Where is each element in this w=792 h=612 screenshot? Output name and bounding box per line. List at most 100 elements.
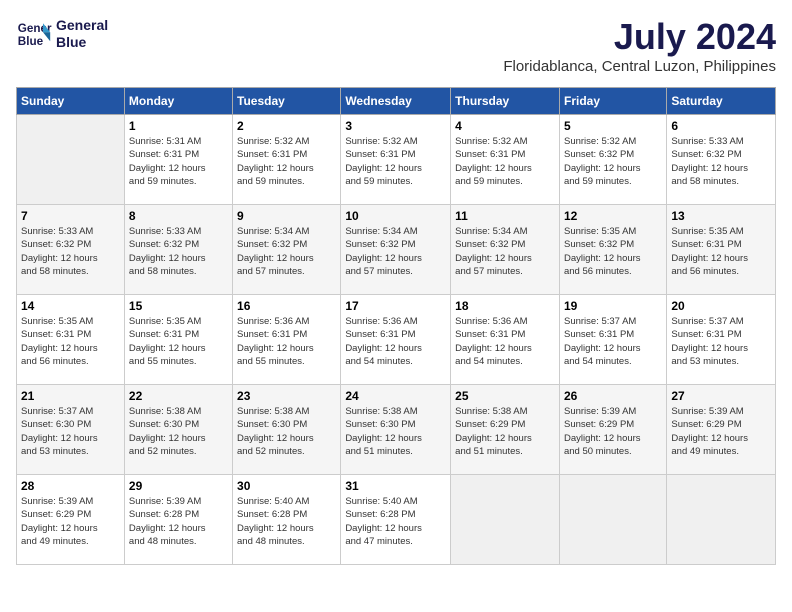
calendar-cell: 17 Sunrise: 5:36 AM Sunset: 6:31 PM Dayli…: [341, 295, 451, 385]
day-info: Sunrise: 5:34 AM Sunset: 6:32 PM Dayligh…: [345, 225, 446, 278]
calendar-body: 1 Sunrise: 5:31 AM Sunset: 6:31 PM Daylig…: [17, 115, 776, 565]
calendar-cell: 7 Sunrise: 5:33 AM Sunset: 6:32 PM Daylig…: [17, 205, 125, 295]
calendar-cell: 1 Sunrise: 5:31 AM Sunset: 6:31 PM Daylig…: [124, 115, 232, 205]
day-info: Sunrise: 5:37 AM Sunset: 6:31 PM Dayligh…: [564, 315, 662, 368]
day-number: 13: [671, 209, 771, 223]
header-day-tuesday: Tuesday: [233, 88, 341, 115]
logo-text-line2: Blue: [56, 34, 108, 51]
calendar-cell: 26Sunrise: 5:39 AM Sunset: 6:29 PM Dayli…: [559, 385, 666, 475]
day-info: Sunrise: 5:35 AM Sunset: 6:31 PM Dayligh…: [671, 225, 771, 278]
day-info: Sunrise: 5:36 AM Sunset: 6:31 PM Dayligh…: [455, 315, 555, 368]
day-info: Sunrise: 5:32 AM Sunset: 6:31 PM Dayligh…: [345, 135, 446, 188]
day-number: 20: [671, 299, 771, 313]
day-number: 22: [129, 389, 228, 403]
calendar-cell: 19 Sunrise: 5:37 AM Sunset: 6:31 PM Dayli…: [559, 295, 666, 385]
day-number: 10: [345, 209, 446, 223]
location-subtitle: Floridablanca, Central Luzon, Philippine…: [503, 58, 776, 75]
logo: General Blue General Blue: [16, 16, 108, 52]
calendar-cell: 6 Sunrise: 5:33 AM Sunset: 6:32 PM Daylig…: [667, 115, 776, 205]
header-day-thursday: Thursday: [451, 88, 560, 115]
header-row: SundayMondayTuesdayWednesdayThursdayFrid…: [17, 88, 776, 115]
day-info: Sunrise: 5:38 AM Sunset: 6:29 PM Dayligh…: [455, 405, 555, 458]
day-info: Sunrise: 5:33 AM Sunset: 6:32 PM Dayligh…: [671, 135, 771, 188]
calendar-cell: 8 Sunrise: 5:33 AM Sunset: 6:32 PM Daylig…: [124, 205, 232, 295]
calendar-cell: 18 Sunrise: 5:36 AM Sunset: 6:31 PM Dayli…: [451, 295, 560, 385]
day-info: Sunrise: 5:40 AM Sunset: 6:28 PM Dayligh…: [345, 495, 446, 548]
day-info: Sunrise: 5:37 AM Sunset: 6:31 PM Dayligh…: [671, 315, 771, 368]
day-number: 19: [564, 299, 662, 313]
calendar-cell: 22 Sunrise: 5:38 AM Sunset: 6:30 PM Dayli…: [124, 385, 232, 475]
week-row-1: 1 Sunrise: 5:31 AM Sunset: 6:31 PM Daylig…: [17, 115, 776, 205]
calendar-cell: 30Sunrise: 5:40 AM Sunset: 6:28 PM Dayli…: [233, 475, 341, 565]
calendar-cell: 20 Sunrise: 5:37 AM Sunset: 6:31 PM Dayli…: [667, 295, 776, 385]
day-number: 28: [21, 479, 120, 493]
day-number: 26: [564, 389, 662, 403]
calendar-cell: 24Sunrise: 5:38 AM Sunset: 6:30 PM Dayli…: [341, 385, 451, 475]
day-number: 18: [455, 299, 555, 313]
header-day-wednesday: Wednesday: [341, 88, 451, 115]
calendar-cell: 14Sunrise: 5:35 AM Sunset: 6:31 PM Dayli…: [17, 295, 125, 385]
week-row-3: 14 Sunrise: 5:35 AM Sunset: 6:31 PM Dayli…: [17, 295, 776, 385]
week-row-2: 7 Sunrise: 5:33 AM Sunset: 6:32 PM Daylig…: [17, 205, 776, 295]
header-day-friday: Friday: [559, 88, 666, 115]
calendar-cell: 25 Sunrise: 5:38 AM Sunset: 6:29 PM Dayli…: [451, 385, 560, 475]
calendar-cell: 28 Sunrise: 5:39 AM Sunset: 6:29 PM Dayli…: [17, 475, 125, 565]
day-info: Sunrise: 5:39 AM Sunset: 6:28 PM Dayligh…: [129, 495, 228, 548]
day-number: 27: [671, 389, 771, 403]
day-info: Sunrise: 5:36 AM Sunset: 6:31 PM Dayligh…: [237, 315, 336, 368]
day-info: Sunrise: 5:35 AM Sunset: 6:31 PM Dayligh…: [129, 315, 228, 368]
calendar-cell: 4Sunrise: 5:32 AM Sunset: 6:31 PM Daylig…: [451, 115, 560, 205]
calendar-cell: 9 Sunrise: 5:34 AM Sunset: 6:32 PM Daylig…: [233, 205, 341, 295]
day-info: Sunrise: 5:34 AM Sunset: 6:32 PM Dayligh…: [237, 225, 336, 278]
day-info: Sunrise: 5:39 AM Sunset: 6:29 PM Dayligh…: [21, 495, 120, 548]
day-number: 31: [345, 479, 446, 493]
day-number: 6: [671, 119, 771, 133]
day-info: Sunrise: 5:38 AM Sunset: 6:30 PM Dayligh…: [129, 405, 228, 458]
day-number: 3: [345, 119, 446, 133]
day-info: Sunrise: 5:31 AM Sunset: 6:31 PM Dayligh…: [129, 135, 228, 188]
week-row-5: 28 Sunrise: 5:39 AM Sunset: 6:29 PM Dayli…: [17, 475, 776, 565]
day-number: 21: [21, 389, 120, 403]
day-number: 7: [21, 209, 120, 223]
day-info: Sunrise: 5:36 AM Sunset: 6:31 PM Dayligh…: [345, 315, 446, 368]
day-number: 2: [237, 119, 336, 133]
day-info: Sunrise: 5:38 AM Sunset: 6:30 PM Dayligh…: [237, 405, 336, 458]
header-day-monday: Monday: [124, 88, 232, 115]
title-block: July 2024 Floridablanca, Central Luzon, …: [503, 16, 776, 75]
calendar-cell: 31 Sunrise: 5:40 AM Sunset: 6:28 PM Dayli…: [341, 475, 451, 565]
day-number: 9: [237, 209, 336, 223]
logo-icon: General Blue: [16, 16, 52, 52]
day-info: Sunrise: 5:33 AM Sunset: 6:32 PM Dayligh…: [21, 225, 120, 278]
day-number: 12: [564, 209, 662, 223]
calendar-cell: [17, 115, 125, 205]
day-info: Sunrise: 5:38 AM Sunset: 6:30 PM Dayligh…: [345, 405, 446, 458]
week-row-4: 21Sunrise: 5:37 AM Sunset: 6:30 PM Dayli…: [17, 385, 776, 475]
day-number: 1: [129, 119, 228, 133]
calendar-table: SundayMondayTuesdayWednesdayThursdayFrid…: [16, 87, 776, 565]
day-info: Sunrise: 5:32 AM Sunset: 6:31 PM Dayligh…: [237, 135, 336, 188]
day-info: Sunrise: 5:32 AM Sunset: 6:32 PM Dayligh…: [564, 135, 662, 188]
calendar-cell: 5 Sunrise: 5:32 AM Sunset: 6:32 PM Daylig…: [559, 115, 666, 205]
header-day-sunday: Sunday: [17, 88, 125, 115]
day-number: 17: [345, 299, 446, 313]
day-info: Sunrise: 5:33 AM Sunset: 6:32 PM Dayligh…: [129, 225, 228, 278]
svg-text:Blue: Blue: [18, 35, 44, 48]
calendar-cell: 3 Sunrise: 5:32 AM Sunset: 6:31 PM Daylig…: [341, 115, 451, 205]
calendar-cell: 12 Sunrise: 5:35 AM Sunset: 6:32 PM Dayli…: [559, 205, 666, 295]
day-info: Sunrise: 5:39 AM Sunset: 6:29 PM Dayligh…: [671, 405, 771, 458]
day-number: 25: [455, 389, 555, 403]
day-number: 14: [21, 299, 120, 313]
day-number: 5: [564, 119, 662, 133]
day-info: Sunrise: 5:35 AM Sunset: 6:32 PM Dayligh…: [564, 225, 662, 278]
day-info: Sunrise: 5:32 AM Sunset: 6:31 PM Dayligh…: [455, 135, 555, 188]
logo-text-line1: General: [56, 17, 108, 34]
calendar-cell: 10 Sunrise: 5:34 AM Sunset: 6:32 PM Dayli…: [341, 205, 451, 295]
calendar-cell: 21Sunrise: 5:37 AM Sunset: 6:30 PM Dayli…: [17, 385, 125, 475]
calendar-cell: 11Sunrise: 5:34 AM Sunset: 6:32 PM Dayli…: [451, 205, 560, 295]
calendar-cell: 13 Sunrise: 5:35 AM Sunset: 6:31 PM Dayli…: [667, 205, 776, 295]
day-number: 8: [129, 209, 228, 223]
calendar-cell: [451, 475, 560, 565]
day-number: 15: [129, 299, 228, 313]
month-title: July 2024: [503, 16, 776, 58]
day-number: 29: [129, 479, 228, 493]
